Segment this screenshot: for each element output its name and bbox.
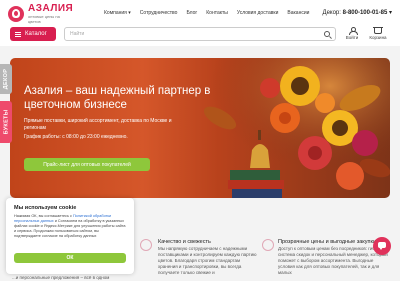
feature-title-quality: Качество и свежесть (158, 239, 211, 245)
hero-banner: Азалия – ваш надежный партнер в цветочно… (10, 58, 390, 198)
cookie-popup: Мы используем cookie Нажимая ОК, вы согл… (6, 198, 134, 274)
nav-item-contacts[interactable]: Контакты (206, 10, 228, 16)
user-icon (348, 27, 358, 35)
cookie-text: Нажимая ОК, вы соглашаетесь с Политикой … (14, 214, 126, 239)
hero-hours: График работы: с 08:00 до 23:00 ежедневн… (24, 134, 128, 140)
hero-description: Прямые поставки, широкий ассортимент, до… (24, 118, 172, 131)
logo-flower-icon (8, 6, 24, 22)
side-tab-decor[interactable]: ДЕКОР (0, 64, 12, 94)
cookie-text-before: Нажимая ОК, вы соглашаетесь с (14, 214, 73, 218)
catalog-button[interactable]: Каталог (10, 27, 56, 41)
feature-text-prices: Доступ к оптовым ценам без посредников: … (278, 246, 388, 275)
nav-item-cooperation[interactable]: Сотрудничество (140, 10, 178, 16)
menu-icon (15, 31, 21, 37)
cart-icon (373, 27, 383, 34)
hero-title: Азалия – ваш надежный партнер в цветочно… (24, 85, 211, 111)
search-row: Каталог Найти Войти Корзина (0, 24, 400, 46)
catalog-label: Каталог (25, 31, 47, 37)
nav-item-company[interactable]: Компания ▾ (104, 10, 131, 16)
nav-item-vacancies[interactable]: Вакансии (287, 10, 309, 16)
search-input[interactable]: Найти (64, 27, 336, 41)
logo-text: АЗАЛИЯ оптовые цены на цветов (28, 3, 74, 25)
feature-text-quality: Мы напрямую сотрудничаем с надежными пос… (158, 246, 257, 275)
cookie-title: Мы используем cookie (14, 205, 77, 211)
top-nav: Компания ▾ Сотрудничество Блог Контакты … (104, 10, 309, 16)
feature-title-prices: Прозрачные цены и выгодные закупки (278, 239, 376, 245)
side-tab-decor-label: ДЕКОР (3, 68, 10, 90)
top-bar: АЗАЛИЯ оптовые цены на цветов Компания ▾… (0, 0, 400, 24)
login-button[interactable]: Войти (340, 27, 364, 40)
price-icon (262, 239, 274, 251)
phone-block[interactable]: Декор: 8-800-100-01-85 ▾ (323, 9, 393, 16)
cart-button[interactable]: Корзина (366, 27, 390, 40)
side-tab-bouquets-label: БУКЕТЫ (3, 109, 9, 135)
hero-flowers-image (190, 58, 390, 198)
partial-feature-text: ...и персональные предложения – всё в од… (12, 275, 110, 280)
logo[interactable]: АЗАЛИЯ оптовые цены на цветов (8, 4, 73, 24)
search-placeholder: Найти (70, 31, 85, 37)
cookie-ok-button[interactable]: ОК (14, 253, 126, 263)
nav-item-delivery[interactable]: Условия доставки (237, 10, 279, 16)
side-tab-bouquets[interactable]: БУКЕТЫ (0, 101, 12, 143)
chat-icon[interactable] (373, 237, 391, 255)
cart-label: Корзина (369, 35, 387, 40)
search-icon[interactable] (324, 31, 330, 37)
login-label: Войти (345, 35, 359, 40)
price-list-button[interactable]: Прайс-лист для оптовых покупателей (24, 158, 150, 171)
brand-name: АЗАЛИЯ (28, 3, 74, 14)
quality-icon (140, 239, 152, 251)
phone-number[interactable]: 8-800-100-01-85 ▾ (343, 10, 392, 16)
phone-label: Декор: (322, 10, 341, 16)
nav-item-blog[interactable]: Блог (186, 10, 197, 16)
brand-tagline: оптовые цены на цветов (28, 14, 60, 24)
